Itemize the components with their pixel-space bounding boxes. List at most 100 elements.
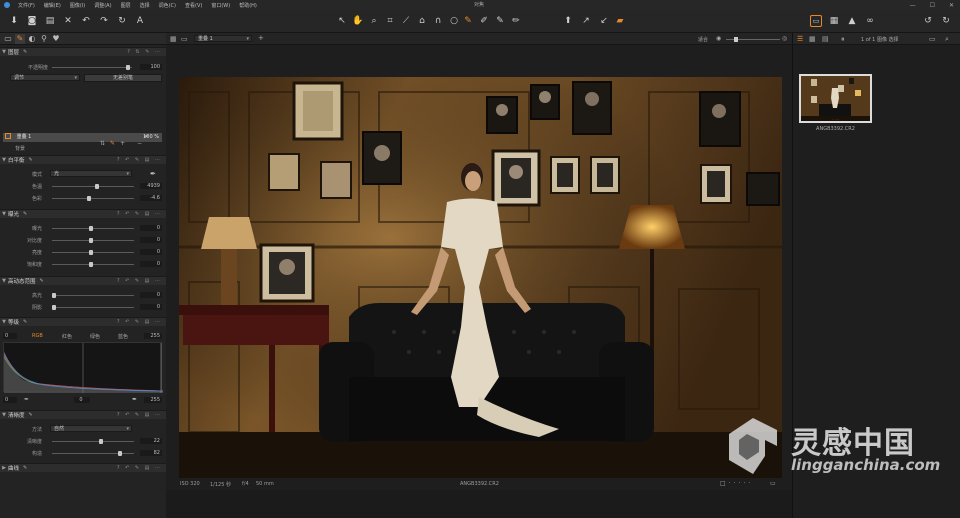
main-photo[interactable] bbox=[179, 77, 782, 479]
clarity-amount-knob[interactable] bbox=[98, 439, 103, 444]
minimize-button[interactable]: — bbox=[910, 2, 916, 9]
opacity-value[interactable]: 100 bbox=[140, 64, 162, 70]
white-balance-section-header[interactable]: ▼ 白平衡 ✎ ? ↶ ✎ ▤ ⋯ bbox=[0, 155, 166, 164]
shadows-knob[interactable] bbox=[52, 305, 56, 310]
black-picker-icon[interactable]: ✒ bbox=[24, 396, 29, 403]
text-icon[interactable]: A bbox=[134, 15, 146, 27]
levels-tab-rgb[interactable]: RGB bbox=[32, 333, 43, 339]
wb-temp-knob[interactable] bbox=[94, 184, 99, 189]
saturation-value[interactable]: 0 bbox=[140, 261, 162, 267]
menu-image[interactable]: 图像(I) bbox=[70, 2, 85, 9]
zoom-in-icon[interactable]: ◎ bbox=[782, 35, 787, 42]
levels-high-value[interactable]: 255 bbox=[144, 333, 162, 339]
metadata-tab-icon[interactable]: ♥ bbox=[51, 34, 61, 44]
redo-icon[interactable]: ↷ bbox=[98, 15, 110, 27]
clarity-structure-knob[interactable] bbox=[118, 451, 123, 456]
clarity-section-header[interactable]: ▼ 清晰度 ✎ ? ↶ ✎ ▤ ⋯ bbox=[0, 410, 166, 419]
levels-tab-red[interactable]: 红色 bbox=[62, 333, 72, 340]
menu-select[interactable]: 选择 bbox=[140, 2, 150, 9]
highlights-knob[interactable] bbox=[52, 293, 56, 298]
hdr-section-header[interactable]: ▼ 高动态范围 ✎ ? ↶ ✎ ▤ ⋯ bbox=[0, 276, 166, 285]
section-tools-icon[interactable]: ? ↶ ✎ ▤ ⋯ bbox=[117, 157, 162, 163]
contrast-slider[interactable] bbox=[52, 238, 134, 243]
wb-tint-value[interactable]: -4.6 bbox=[140, 195, 162, 201]
crop-icon[interactable]: ⌗ bbox=[384, 15, 396, 27]
section-tools-icon[interactable]: ? ↶ ✎ ▤ ⋯ bbox=[117, 278, 162, 284]
import-icon[interactable]: ⬇ bbox=[8, 15, 20, 27]
menu-color[interactable]: 调色(C) bbox=[159, 2, 176, 9]
undo-icon[interactable]: ↶ bbox=[80, 15, 92, 27]
list-view-icon[interactable]: ☰ bbox=[797, 35, 803, 43]
circle-icon[interactable]: ○ bbox=[448, 15, 460, 27]
menu-help[interactable]: 帮助(H) bbox=[239, 2, 257, 9]
picker-icon[interactable]: ✏ bbox=[510, 15, 522, 27]
adjust-select[interactable]: 调节 ▾ bbox=[10, 74, 80, 81]
eyedropper-icon[interactable]: ✒ bbox=[150, 170, 156, 178]
image-view-icon[interactable]: ▭ bbox=[929, 35, 936, 43]
levels-bottom-low[interactable]: 0 bbox=[3, 397, 17, 403]
pause-icon[interactable]: ⏸ bbox=[841, 35, 845, 44]
brightness-slider[interactable] bbox=[52, 250, 134, 255]
saturation-knob[interactable] bbox=[89, 262, 94, 267]
menu-adjust[interactable]: 调整(A) bbox=[94, 2, 111, 9]
section-tools-icon[interactable]: ? ↶ ✎ ▤ ⋯ bbox=[117, 319, 162, 325]
rotate-icon[interactable]: ↻ bbox=[116, 15, 128, 27]
pointer-icon[interactable]: ↖ bbox=[336, 15, 348, 27]
wb-temp-value[interactable]: 4939 bbox=[140, 183, 162, 189]
saturation-slider[interactable] bbox=[52, 262, 134, 267]
wb-tint-slider[interactable] bbox=[52, 196, 134, 201]
warning-icon[interactable]: ▲ bbox=[846, 15, 858, 27]
straighten-icon[interactable]: ⟋ bbox=[400, 15, 412, 27]
wb-temp-slider[interactable] bbox=[52, 184, 134, 189]
viewer-icon[interactable]: ▭ bbox=[810, 15, 822, 27]
delete-icon[interactable]: ✕ bbox=[62, 15, 74, 27]
brightness-knob[interactable] bbox=[89, 250, 94, 255]
white-picker-icon[interactable]: ✒ bbox=[132, 396, 137, 403]
close-button[interactable]: ✕ bbox=[949, 2, 954, 9]
spot-icon[interactable]: ∩ bbox=[432, 15, 444, 27]
image-viewer[interactable] bbox=[166, 45, 792, 479]
shadows-slider[interactable] bbox=[52, 305, 134, 310]
opacity-slider[interactable] bbox=[52, 65, 132, 70]
color-tab-icon[interactable]: ◐ bbox=[27, 34, 37, 44]
library-tab-icon[interactable]: ▭ bbox=[3, 34, 13, 44]
clarity-amount-value[interactable]: 22 bbox=[140, 438, 162, 444]
clarity-method-select[interactable]: 自然 ▾ bbox=[50, 425, 132, 432]
highlights-value[interactable]: 0 bbox=[140, 292, 162, 298]
zoom-slider[interactable] bbox=[726, 37, 780, 42]
details-tab-icon[interactable]: ⚲ bbox=[39, 34, 49, 44]
contrast-knob[interactable] bbox=[89, 238, 94, 243]
search-icon[interactable]: ⌕ bbox=[945, 35, 949, 44]
opacity-knob[interactable] bbox=[126, 65, 130, 70]
menu-edit[interactable]: 编辑(E) bbox=[44, 2, 61, 9]
proof-glasses-icon[interactable]: ∞ bbox=[864, 15, 876, 27]
clarity-amount-slider[interactable] bbox=[52, 439, 134, 444]
layer-stack-icon[interactable]: ▰ bbox=[614, 15, 626, 27]
thumbnail[interactable]: · · · · · bbox=[799, 74, 872, 123]
exposure-value[interactable]: 0 bbox=[140, 225, 162, 231]
curve-section-header[interactable]: ▶ 曲线 ✎ ? ↶ ✎ ▤ ⋯ bbox=[0, 463, 166, 472]
exposure-knob[interactable] bbox=[89, 226, 94, 231]
layers-section-header[interactable]: ▼ 图层 ✎ ? ⇅ ✎ ⋯ bbox=[0, 47, 166, 56]
levels-tab-green[interactable]: 绿色 bbox=[90, 333, 100, 340]
brush-icon[interactable]: ✎ bbox=[462, 15, 474, 27]
clarity-structure-value[interactable]: 82 bbox=[140, 450, 162, 456]
fit-label[interactable]: 适合 bbox=[698, 36, 708, 43]
maximize-button[interactable]: ☐ bbox=[930, 2, 935, 9]
menu-layer[interactable]: 图层 bbox=[121, 2, 131, 9]
single-view-icon[interactable]: ▭ bbox=[181, 35, 188, 43]
highlights-slider[interactable] bbox=[52, 293, 134, 298]
apply-adjust-icon[interactable]: ↙ bbox=[598, 15, 610, 27]
exposure-section-header[interactable]: ▼ 曝光 ✎ ? ↶ ✎ ▤ ⋯ bbox=[0, 209, 166, 218]
thumb-grid-icon[interactable]: ▦ bbox=[809, 35, 816, 43]
copy-adjust-icon[interactable]: ↗ bbox=[580, 15, 592, 27]
gradient-icon[interactable]: ✎ bbox=[494, 15, 506, 27]
add-layer-button[interactable]: + bbox=[258, 34, 264, 42]
folder-icon[interactable]: ▤ bbox=[44, 15, 56, 27]
clarity-structure-slider[interactable] bbox=[52, 451, 134, 456]
camera-icon[interactable]: ◙ bbox=[26, 15, 38, 27]
zoom-icon[interactable]: ⌕ bbox=[368, 15, 380, 27]
hand-icon[interactable]: ✋ bbox=[352, 15, 364, 27]
levels-bottom-mid[interactable]: 0 bbox=[74, 397, 90, 403]
section-tools-icon[interactable]: ? ↶ ✎ ▤ ⋯ bbox=[117, 465, 162, 471]
